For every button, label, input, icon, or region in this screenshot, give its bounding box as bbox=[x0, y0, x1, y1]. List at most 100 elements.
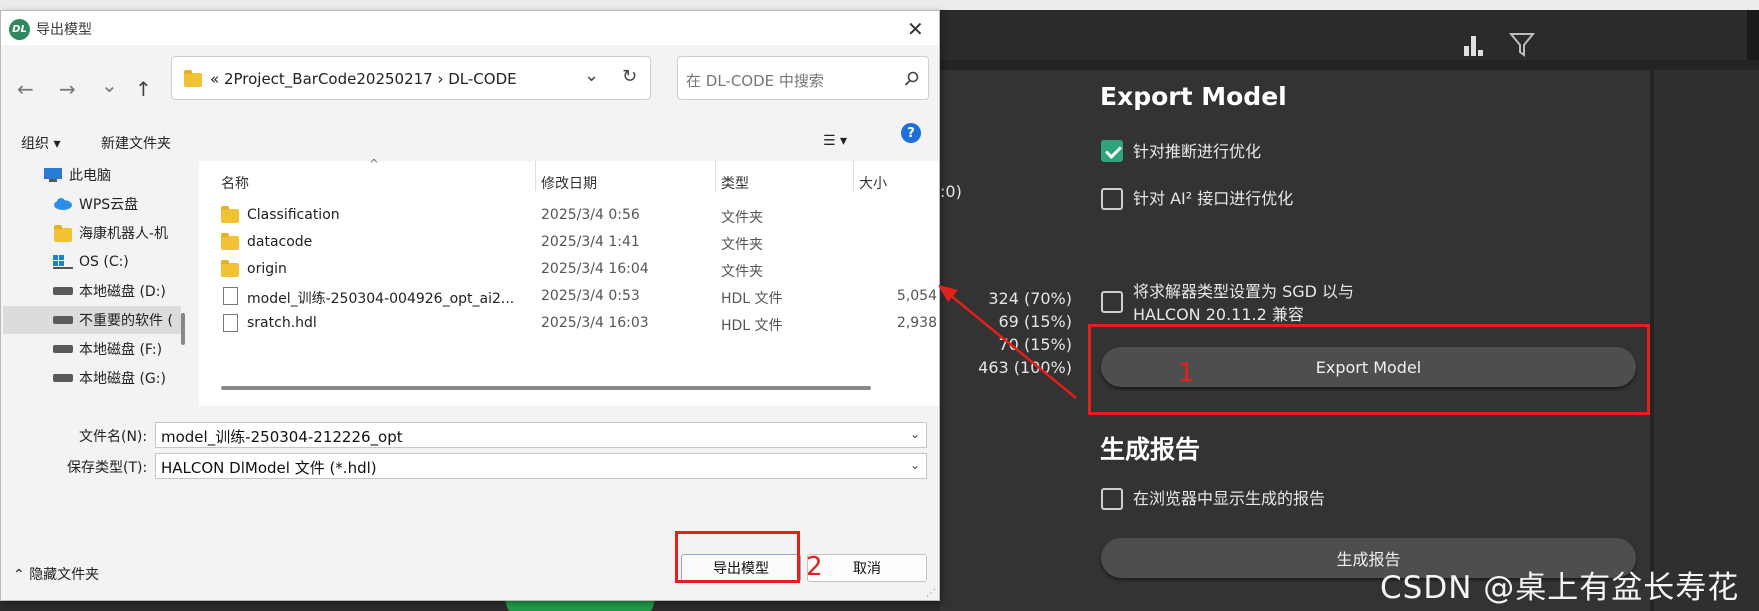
address-bar[interactable]: « 2Project_BarCode20250217 › DL-CODE ⌄ ↻ bbox=[171, 56, 651, 100]
nav-item-drive-g[interactable]: 本地磁盘 (G:) bbox=[53, 364, 181, 392]
app-header bbox=[940, 10, 1759, 60]
show-report-checkbox[interactable] bbox=[1101, 488, 1123, 510]
nav-item-label: OS (C:) bbox=[79, 254, 129, 270]
annotation-step-2: 2 bbox=[806, 552, 823, 582]
file-row[interactable]: Classification 2025/3/4 0:56 文件夹 bbox=[199, 203, 939, 229]
view-options-icon[interactable]: ☰ ▾ bbox=[823, 133, 847, 149]
file-name: origin bbox=[247, 261, 287, 277]
file-list: ^ 名称 修改日期 类型 大小 Classification 2025/3/4 … bbox=[199, 157, 939, 406]
cancel-button[interactable]: 取消 bbox=[807, 554, 927, 582]
file-icon bbox=[223, 314, 238, 332]
drive-icon bbox=[53, 316, 73, 324]
computer-icon bbox=[44, 168, 62, 182]
folder-icon bbox=[53, 225, 73, 242]
drive-icon bbox=[53, 345, 73, 353]
file-row[interactable]: origin 2025/3/4 16:04 文件夹 bbox=[199, 257, 939, 283]
file-name: Classification bbox=[247, 207, 340, 223]
chevron-down-icon[interactable]: ⌄ bbox=[910, 458, 920, 472]
far-right-panel bbox=[1654, 70, 1759, 611]
nav-item-label: 不重要的软件 ( bbox=[79, 313, 173, 329]
filename-input[interactable]: model_训练-250304-212226_opt ⌄ bbox=[155, 422, 927, 448]
annotation-box-export bbox=[1088, 324, 1650, 415]
nav-item-drive-c[interactable]: OS (C:) bbox=[53, 248, 181, 276]
drive-icon bbox=[53, 374, 73, 382]
nav-item-this-pc[interactable]: 此电脑 bbox=[43, 161, 181, 189]
chevron-up-icon: ⌃ bbox=[13, 567, 30, 583]
hide-folders-toggle[interactable]: ⌃ 隐藏文件夹 bbox=[13, 564, 99, 584]
dialog-titlebar: DL 导出模型 ✕ bbox=[1, 11, 939, 45]
column-header-date[interactable]: 修改日期 bbox=[541, 173, 597, 193]
hide-folders-label: 隐藏文件夹 bbox=[29, 567, 100, 583]
annotation-box-dialog-export bbox=[675, 531, 800, 583]
nav-item-label: 海康机器人-机 bbox=[79, 226, 169, 242]
file-type: 文件夹 bbox=[721, 237, 763, 253]
sort-arrow-icon: ^ bbox=[369, 157, 380, 171]
annotation-arrow-icon bbox=[938, 285, 1077, 399]
address-dropdown-icon[interactable]: ⌄ bbox=[584, 65, 599, 86]
filter-icon[interactable] bbox=[1508, 28, 1536, 58]
file-date: 2025/3/4 1:41 bbox=[541, 234, 640, 250]
dialog-toolbar: 组织 ▾ 新建文件夹 ☰ ▾ bbox=[1, 121, 939, 161]
filetype-select[interactable]: HALCON DlModel 文件 (*.hdl) ⌄ bbox=[155, 453, 927, 479]
column-divider[interactable] bbox=[535, 161, 536, 191]
app-logo-icon: DL bbox=[9, 19, 30, 40]
app-top-strip bbox=[0, 0, 1759, 10]
nav-item-drive-e[interactable]: 不重要的软件 ( bbox=[3, 306, 181, 334]
refresh-icon[interactable]: ↻ bbox=[622, 66, 637, 87]
file-row[interactable]: sratch.hdl 2025/3/4 16:03 HDL 文件 2,938 bbox=[199, 311, 939, 337]
show-report-label: 在浏览器中显示生成的报告 bbox=[1133, 489, 1326, 508]
sgd-compat-line1: 将求解器类型设置为 SGD 以与 bbox=[1133, 282, 1355, 301]
column-header-size[interactable]: 大小 bbox=[859, 173, 887, 193]
up-icon[interactable]: ↑ bbox=[135, 77, 152, 101]
nav-item-drive-d[interactable]: 本地磁盘 (D:) bbox=[53, 277, 181, 305]
watermark: CSDN @桌上有盆长寿花 bbox=[1380, 570, 1740, 606]
optimize-ai2-checkbox[interactable] bbox=[1101, 188, 1123, 210]
filetype-value: HALCON DlModel 文件 (*.hdl) bbox=[161, 459, 377, 477]
file-size: 5,054 bbox=[896, 288, 937, 304]
organize-menu[interactable]: 组织 ▾ bbox=[21, 133, 60, 153]
column-divider[interactable] bbox=[715, 161, 716, 191]
file-row[interactable]: model_训练-250304-004926_opt_ai2... 2025/3… bbox=[199, 284, 939, 310]
dialog-navbar: ← → ⌄ ↑ « 2Project_BarCode20250217 › DL-… bbox=[1, 45, 939, 121]
search-input[interactable]: 在 DL-CODE 中搜索 bbox=[677, 56, 929, 100]
file-type: 文件夹 bbox=[721, 264, 763, 280]
file-list-scrollbar[interactable] bbox=[221, 386, 871, 390]
back-icon[interactable]: ← bbox=[17, 77, 34, 101]
file-size: 2,938 bbox=[896, 315, 937, 331]
nav-item-hikrobot[interactable]: 海康机器人-机 bbox=[53, 219, 181, 247]
nav-pane-scrollbar[interactable] bbox=[181, 313, 185, 345]
sgd-compat-checkbox[interactable] bbox=[1101, 291, 1123, 313]
nav-item-label: WPS云盘 bbox=[79, 197, 139, 213]
bar-chart-icon[interactable] bbox=[1460, 28, 1488, 58]
recent-dropdown-icon[interactable]: ⌄ bbox=[101, 73, 118, 97]
export-model-dialog: DL 导出模型 ✕ ← → ⌄ ↑ « 2Project_BarCode2025… bbox=[0, 10, 940, 601]
annotation-step-1: 1 bbox=[1178, 358, 1195, 388]
column-header-type[interactable]: 类型 bbox=[721, 173, 749, 193]
search-placeholder: 在 DL-CODE 中搜索 bbox=[686, 72, 824, 90]
nav-item-label: 本地磁盘 (G:) bbox=[79, 371, 166, 387]
file-row[interactable]: datacode 2025/3/4 1:41 文件夹 bbox=[199, 230, 939, 256]
export-panel-title: Export Model bbox=[1100, 82, 1287, 111]
file-type: 文件夹 bbox=[721, 210, 763, 226]
file-date: 2025/3/4 16:03 bbox=[541, 315, 649, 331]
screen: :0) 324 (70%) 69 (15%) 70 (15%) 463 (100… bbox=[0, 0, 1759, 611]
new-folder-button[interactable]: 新建文件夹 bbox=[101, 133, 171, 153]
file-type: HDL 文件 bbox=[721, 318, 783, 334]
chevron-down-icon[interactable]: ⌄ bbox=[910, 427, 920, 441]
file-date: 2025/3/4 0:56 bbox=[541, 207, 640, 223]
column-divider[interactable] bbox=[853, 161, 854, 191]
help-icon[interactable]: ? bbox=[901, 123, 921, 143]
resize-grip-icon[interactable]: ⋰ bbox=[926, 588, 936, 599]
search-icon[interactable] bbox=[904, 71, 920, 87]
forward-icon[interactable]: → bbox=[59, 77, 76, 101]
file-date: 2025/3/4 0:53 bbox=[541, 288, 640, 304]
column-header-name[interactable]: 名称 bbox=[221, 173, 249, 193]
nav-item-drive-f[interactable]: 本地磁盘 (F:) bbox=[53, 335, 181, 363]
sgd-compat-label: 将求解器类型设置为 SGD 以与 HALCON 20.11.2 兼容 bbox=[1133, 280, 1354, 326]
close-icon[interactable]: ✕ bbox=[907, 17, 924, 41]
optimize-inference-label: 针对推断进行优化 bbox=[1133, 142, 1262, 161]
nav-item-wps-cloud[interactable]: WPS云盘 bbox=[53, 190, 181, 218]
file-name: model_训练-250304-004926_opt_ai2... bbox=[247, 291, 515, 307]
optimize-inference-checkbox[interactable] bbox=[1101, 140, 1123, 162]
file-icon bbox=[223, 287, 238, 305]
